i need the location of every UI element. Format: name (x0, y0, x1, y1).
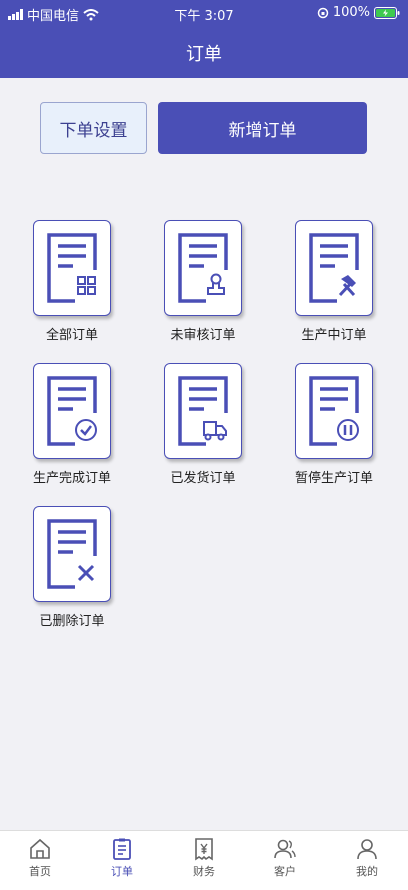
grid-icon (47, 233, 97, 303)
users-icon (274, 839, 296, 859)
tab-customers[interactable]: 客户 (255, 837, 315, 879)
order-type-label: 全部订单 (45, 328, 98, 343)
receipt-icon (195, 838, 213, 861)
order-type-label: 未审核订单 (170, 328, 236, 343)
orientation-lock-icon (317, 7, 329, 18)
order-type-card (33, 220, 111, 316)
tab-label: 客户 (274, 865, 296, 878)
hammer-icon (309, 233, 359, 303)
clipboard-icon (113, 838, 131, 860)
tab-label: 订单 (111, 865, 133, 878)
truck-icon (178, 376, 228, 446)
home-icon (30, 838, 50, 859)
order-type-completed[interactable]: 生产完成订单 (22, 363, 122, 486)
tab-mine[interactable]: 我的 (337, 837, 397, 879)
order-settings-button[interactable]: 下单设置 (40, 102, 147, 154)
order-type-label: 已删除订单 (39, 614, 105, 629)
tab-label: 财务 (193, 865, 215, 878)
order-type-in-production[interactable]: 生产中订单 (284, 220, 384, 343)
order-type-label: 生产中订单 (301, 328, 367, 343)
page-title: 订单 (186, 44, 222, 65)
order-type-unreviewed[interactable]: 未审核订单 (153, 220, 253, 343)
status-bar: 中国电信 下午 3:07 100% (0, 0, 408, 26)
order-type-shipped[interactable]: 已发货订单 (153, 363, 253, 486)
tab-label: 首页 (29, 865, 51, 878)
order-type-label: 生产完成订单 (32, 471, 111, 486)
x-icon (47, 519, 97, 589)
battery-percent: 100% (332, 5, 370, 20)
order-type-all[interactable]: 全部订单 (22, 220, 122, 343)
tab-finance[interactable]: 财务 (174, 837, 234, 879)
order-type-label: 已发货订单 (170, 471, 236, 486)
order-type-card (164, 220, 242, 316)
bottom-tab-bar: 首页 订单 财务 客户 我的 (0, 830, 408, 890)
pause-icon (309, 376, 359, 446)
user-icon (357, 839, 377, 860)
order-type-card (164, 363, 242, 459)
order-type-card (33, 506, 111, 602)
check-icon (47, 376, 97, 446)
order-type-card (295, 220, 373, 316)
tab-home[interactable]: 首页 (10, 837, 70, 879)
tab-orders[interactable]: 订单 (92, 837, 152, 879)
order-type-deleted[interactable]: 已删除订单 (22, 506, 122, 629)
order-type-card (295, 363, 373, 459)
battery-icon (374, 6, 400, 19)
order-type-paused[interactable]: 暂停生产订单 (284, 363, 384, 486)
tab-label: 我的 (356, 865, 378, 878)
order-type-label: 暂停生产订单 (294, 471, 373, 486)
new-order-button[interactable]: 新增订单 (158, 102, 367, 154)
stamp-icon (178, 233, 228, 303)
order-type-card (33, 363, 111, 459)
app-header: 中国电信 下午 3:07 100% 订单 (0, 0, 408, 78)
